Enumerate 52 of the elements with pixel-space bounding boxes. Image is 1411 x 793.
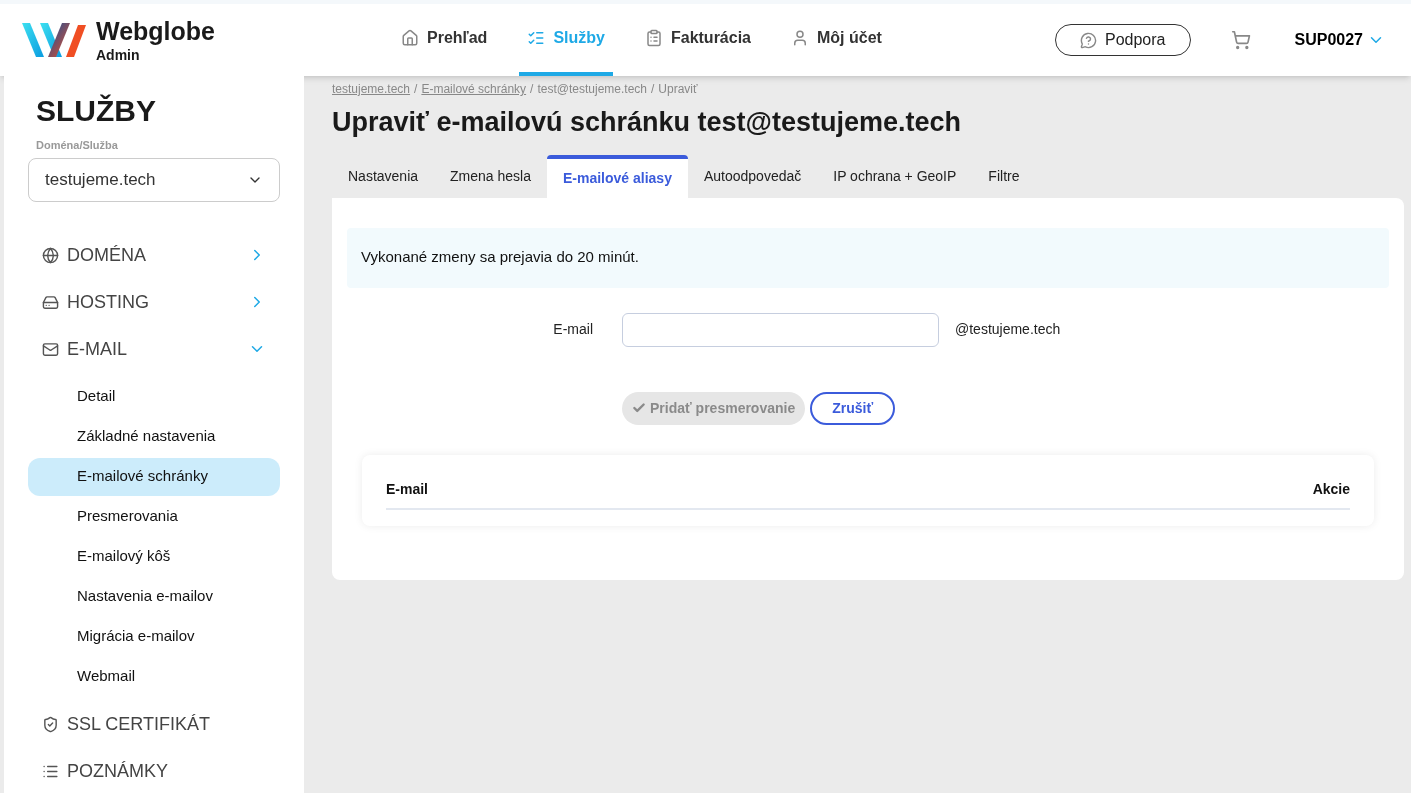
select-label: Doména/Služba xyxy=(35,138,119,153)
column-header: E-mail xyxy=(386,479,428,499)
nav-link[interactable]: Fakturácia xyxy=(636,4,759,76)
account-menu[interactable]: SUP0027 xyxy=(1294,28,1385,52)
sidebar-section[interactable]: E-MAIL xyxy=(28,325,280,373)
breadcrumb-separator: / xyxy=(651,81,655,98)
shield-icon xyxy=(42,715,59,733)
sidebar-item[interactable]: Migrácia e-mailov xyxy=(28,617,280,656)
home-icon xyxy=(401,29,419,47)
checklist-icon xyxy=(527,29,546,47)
breadcrumb-separator: / xyxy=(530,81,534,98)
tab[interactable]: Nastavenia xyxy=(332,154,435,198)
tab[interactable]: E-mailové aliasy xyxy=(547,154,688,198)
column-header: Akcie xyxy=(1312,479,1350,499)
nav-link[interactable]: Prehľad xyxy=(393,4,496,76)
cart-icon[interactable] xyxy=(1230,30,1251,50)
tab[interactable]: Zmena hesla xyxy=(434,154,547,198)
drive-icon xyxy=(42,293,59,311)
clipboard-icon xyxy=(644,29,663,47)
sidebar-item[interactable]: Detail xyxy=(28,377,280,416)
sidebar-item[interactable]: E-mailový kôš xyxy=(28,537,280,576)
cancel-button[interactable]: Zrušiť xyxy=(810,391,896,425)
globe-icon xyxy=(42,246,59,264)
brand-subtitle: Admin xyxy=(96,47,141,62)
sidebar-item[interactable]: Webmail xyxy=(28,657,280,696)
tab[interactable]: Autoodpovedač xyxy=(687,154,818,198)
page-title: Upraviť e-mailovú schránku test@testujeme.tech xyxy=(332,106,962,139)
sidebar-item[interactable]: Nastavenia e-mailov xyxy=(28,577,280,616)
check-icon xyxy=(632,401,646,415)
breadcrumb-text: Upraviť xyxy=(658,81,698,98)
support-icon xyxy=(1080,31,1097,49)
sidebar-section[interactable]: DOMÉNA xyxy=(28,231,280,279)
tab[interactable]: Filtre xyxy=(972,154,1036,198)
tab[interactable]: IP ochrana + GeoIP xyxy=(817,154,973,198)
user-icon xyxy=(791,29,809,47)
brand-name: Webglobe xyxy=(96,18,215,44)
breadcrumb-separator: / xyxy=(414,81,418,98)
mail-icon xyxy=(42,340,59,358)
domain-suffix: @testujeme.tech xyxy=(955,320,1061,339)
sidebar-section[interactable]: SSL CERTIFIKÁT xyxy=(28,700,280,748)
nav-link[interactable]: Môj účet xyxy=(783,4,890,76)
sidebar-section[interactable]: HOSTING xyxy=(28,278,280,326)
field-label: E-mail xyxy=(552,320,593,339)
sidebar-item[interactable]: Základné nastavenia xyxy=(28,417,280,456)
sidebar-title: SLUŽBY xyxy=(35,93,157,129)
breadcrumb-text: test@testujeme.tech xyxy=(537,81,647,98)
sidebar-item[interactable]: E-mailové schránky xyxy=(28,457,280,496)
sidebar-section[interactable]: POZNÁMKY xyxy=(28,747,280,793)
info-notice: Vykonané zmeny sa prejavia do 20 minút. xyxy=(347,227,1389,288)
sidebar-item[interactable]: Presmerovania xyxy=(28,497,280,536)
domain-select[interactable]: testujeme.tech xyxy=(28,157,280,202)
email-input[interactable] xyxy=(622,312,939,347)
